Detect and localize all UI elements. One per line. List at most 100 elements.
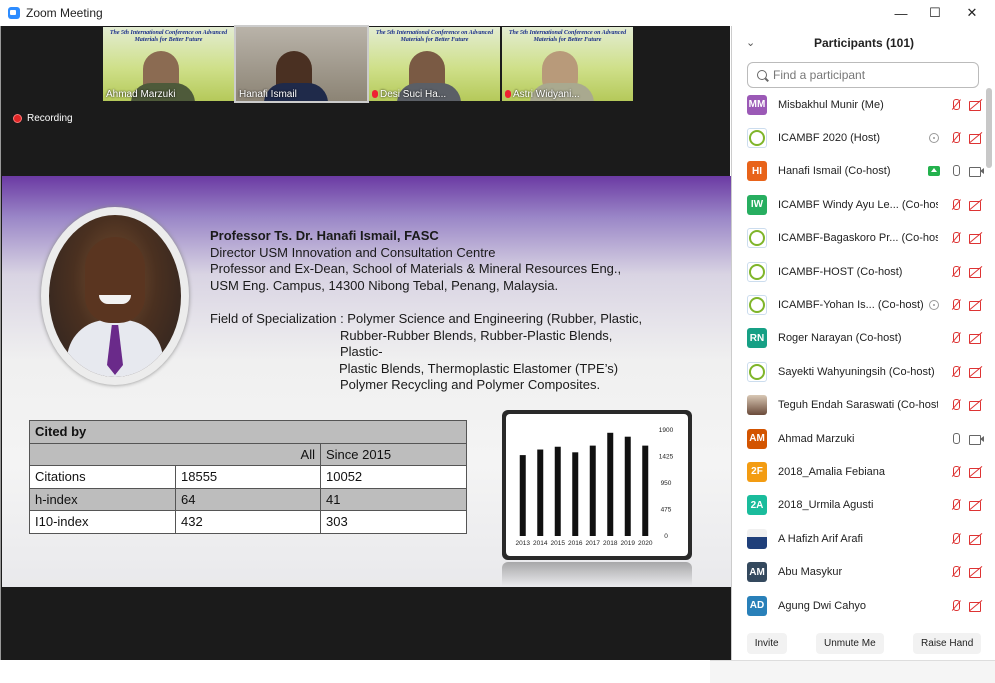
participant-name: Misbakhul Munir (Me): [778, 98, 884, 111]
participants-title: Participants (101): [813, 36, 915, 50]
participant-row[interactable]: MM Misbakhul Munir (Me): [732, 88, 984, 121]
mic-muted-icon[interactable]: [948, 98, 964, 112]
video-tile[interactable]: The 5th International Conference on Adva…: [103, 27, 234, 101]
invite-button[interactable]: Invite: [746, 632, 787, 654]
mic-muted-icon[interactable]: [948, 465, 964, 479]
avatar: [747, 128, 767, 149]
chart-bar: [624, 436, 631, 536]
participant-row[interactable]: ICAMBF 2020 (Host): [732, 121, 984, 154]
table-row: h-index 64 41: [29, 487, 467, 511]
video-off-icon[interactable]: [968, 98, 984, 112]
mic-muted-icon[interactable]: [948, 398, 964, 412]
video-off-icon[interactable]: [968, 265, 984, 279]
video-off-icon[interactable]: [968, 498, 984, 512]
video-tile-active-speaker[interactable]: Hanafi Ismail: [234, 25, 369, 103]
video-off-icon[interactable]: [968, 231, 984, 245]
participant-row[interactable]: ICAMBF-HOST (Co-host): [732, 255, 984, 288]
video-off-icon[interactable]: [968, 365, 984, 379]
unmute-me-button[interactable]: Unmute Me: [815, 632, 884, 654]
scrollbar-thumb[interactable]: [986, 88, 992, 168]
participant-search[interactable]: [747, 62, 979, 88]
participant-row[interactable]: Teguh Endah Saraswati (Co-host): [732, 389, 984, 422]
participant-row[interactable]: AM Abu Masykur: [732, 555, 984, 588]
mic-icon[interactable]: [948, 164, 964, 178]
video-off-icon[interactable]: [968, 565, 984, 579]
participant-row[interactable]: ICAMBF-Bagaskoro Pr... (Co-host): [732, 222, 984, 255]
recording-indicator[interactable]: Recording: [13, 113, 73, 124]
cited-by-table: Cited by All Since 2015 Citations 18555 1…: [29, 420, 467, 534]
citations-chart: 2013 2014 2015 2016 2017 2018 2019 2020 1900 1425…: [502, 410, 692, 560]
video-off-icon[interactable]: [968, 599, 984, 613]
mic-muted-icon[interactable]: [948, 231, 964, 245]
participant-row[interactable]: AM Ahmad Marzuki: [732, 422, 984, 455]
x-tick-label: 2015: [551, 540, 566, 547]
participant-row[interactable]: ICAMBF-Yohan Is... (Co-host): [732, 288, 984, 321]
video-off-icon[interactable]: [968, 398, 984, 412]
host-icon: [929, 133, 939, 144]
table-row: Citations 18555 10052: [29, 465, 467, 489]
participant-row[interactable]: IW ICAMBF Windy Ayu Le... (Co-host): [732, 188, 984, 221]
video-icon[interactable]: [968, 164, 984, 178]
participant-row[interactable]: 2F 2018_Amalia Febiana: [732, 455, 984, 488]
maximize-button[interactable]: ☐: [916, 0, 954, 26]
window-title: Zoom Meeting: [26, 6, 103, 20]
x-tick-label: 2014: [533, 540, 548, 547]
raise-hand-button[interactable]: Raise Hand: [913, 632, 982, 654]
host-icon: [929, 300, 939, 311]
participant-row[interactable]: AD Agung Dwi Cahyo: [732, 589, 984, 620]
y-tick-label: 0: [664, 533, 668, 540]
video-tile[interactable]: The 5th International Conference on Adva…: [502, 27, 633, 101]
participant-list[interactable]: MM Misbakhul Munir (Me) ICAMBF 2020 (Host)…: [732, 88, 984, 620]
participant-row[interactable]: 2A 2018_Urmila Agusti: [732, 489, 984, 522]
participant-row[interactable]: A Hafizh Arif Arafi: [732, 522, 984, 555]
mic-muted-icon[interactable]: [948, 532, 964, 546]
conference-banner: The 5th International Conference on Adva…: [375, 30, 494, 43]
chart-bar: [519, 455, 526, 536]
close-button[interactable]: ✕: [953, 0, 991, 26]
scrollbar[interactable]: [985, 88, 993, 618]
video-tile[interactable]: The 5th International Conference on Adva…: [369, 27, 500, 101]
chart-bar: [572, 452, 579, 536]
mic-muted-icon[interactable]: [948, 498, 964, 512]
participants-panel: ⌄ Participants (101) MMMisbakhul Munir (…: [731, 26, 995, 660]
avatar: [747, 361, 767, 382]
video-off-icon[interactable]: [968, 131, 984, 145]
participant-name: ICAMBF 2020 (Host): [778, 132, 881, 145]
speaker-bio: Professor Ts. Dr. Hanafi Ismail, FASC Di…: [210, 228, 622, 293]
avatar: RN: [747, 328, 767, 349]
video-tile-name: Hanafi Ismail: [239, 89, 297, 100]
x-tick-label: 2019: [621, 540, 636, 547]
video-off-icon[interactable]: [968, 465, 984, 479]
search-input[interactable]: [773, 68, 973, 82]
participant-row[interactable]: HI Hanafi Ismail (Co-host): [732, 155, 984, 188]
mic-muted-icon[interactable]: [948, 298, 964, 312]
video-off-icon[interactable]: [968, 331, 984, 345]
mic-icon[interactable]: [948, 432, 964, 446]
speaker-name: Professor Ts. Dr. Hanafi Ismail, FASC: [210, 228, 439, 243]
screen-share-icon: [928, 166, 940, 177]
muted-mic-icon: [372, 90, 378, 98]
conference-banner: The 5th International Conference on Adva…: [109, 30, 228, 43]
mic-muted-icon[interactable]: [948, 331, 964, 345]
mic-muted-icon[interactable]: [948, 265, 964, 279]
bottom-bar: [2, 587, 731, 660]
participant-row[interactable]: RN Roger Narayan (Co-host): [732, 322, 984, 355]
zoom-window: Zoom Meeting — ☐ ✕ The 5th International…: [0, 0, 995, 683]
video-off-icon[interactable]: [968, 198, 984, 212]
mic-muted-icon[interactable]: [948, 365, 964, 379]
participant-name: Abu Masykur: [778, 566, 843, 579]
mic-muted-icon[interactable]: [948, 131, 964, 145]
avatar: [747, 261, 767, 282]
participant-row[interactable]: Sayekti Wahyuningsih (Co-host): [732, 355, 984, 388]
minimize-button[interactable]: —: [882, 0, 920, 26]
mic-muted-icon[interactable]: [948, 599, 964, 613]
video-tile-name: Ahmad Marzuki: [106, 89, 176, 100]
mic-muted-icon[interactable]: [948, 198, 964, 212]
video-off-icon[interactable]: [968, 298, 984, 312]
video-off-icon[interactable]: [968, 532, 984, 546]
video-icon[interactable]: [968, 432, 984, 446]
mic-muted-icon[interactable]: [948, 565, 964, 579]
video-tile-name: Astri Widyani...: [505, 89, 580, 100]
column-header: Since 2015: [320, 442, 467, 466]
avatar: IW: [747, 194, 767, 215]
